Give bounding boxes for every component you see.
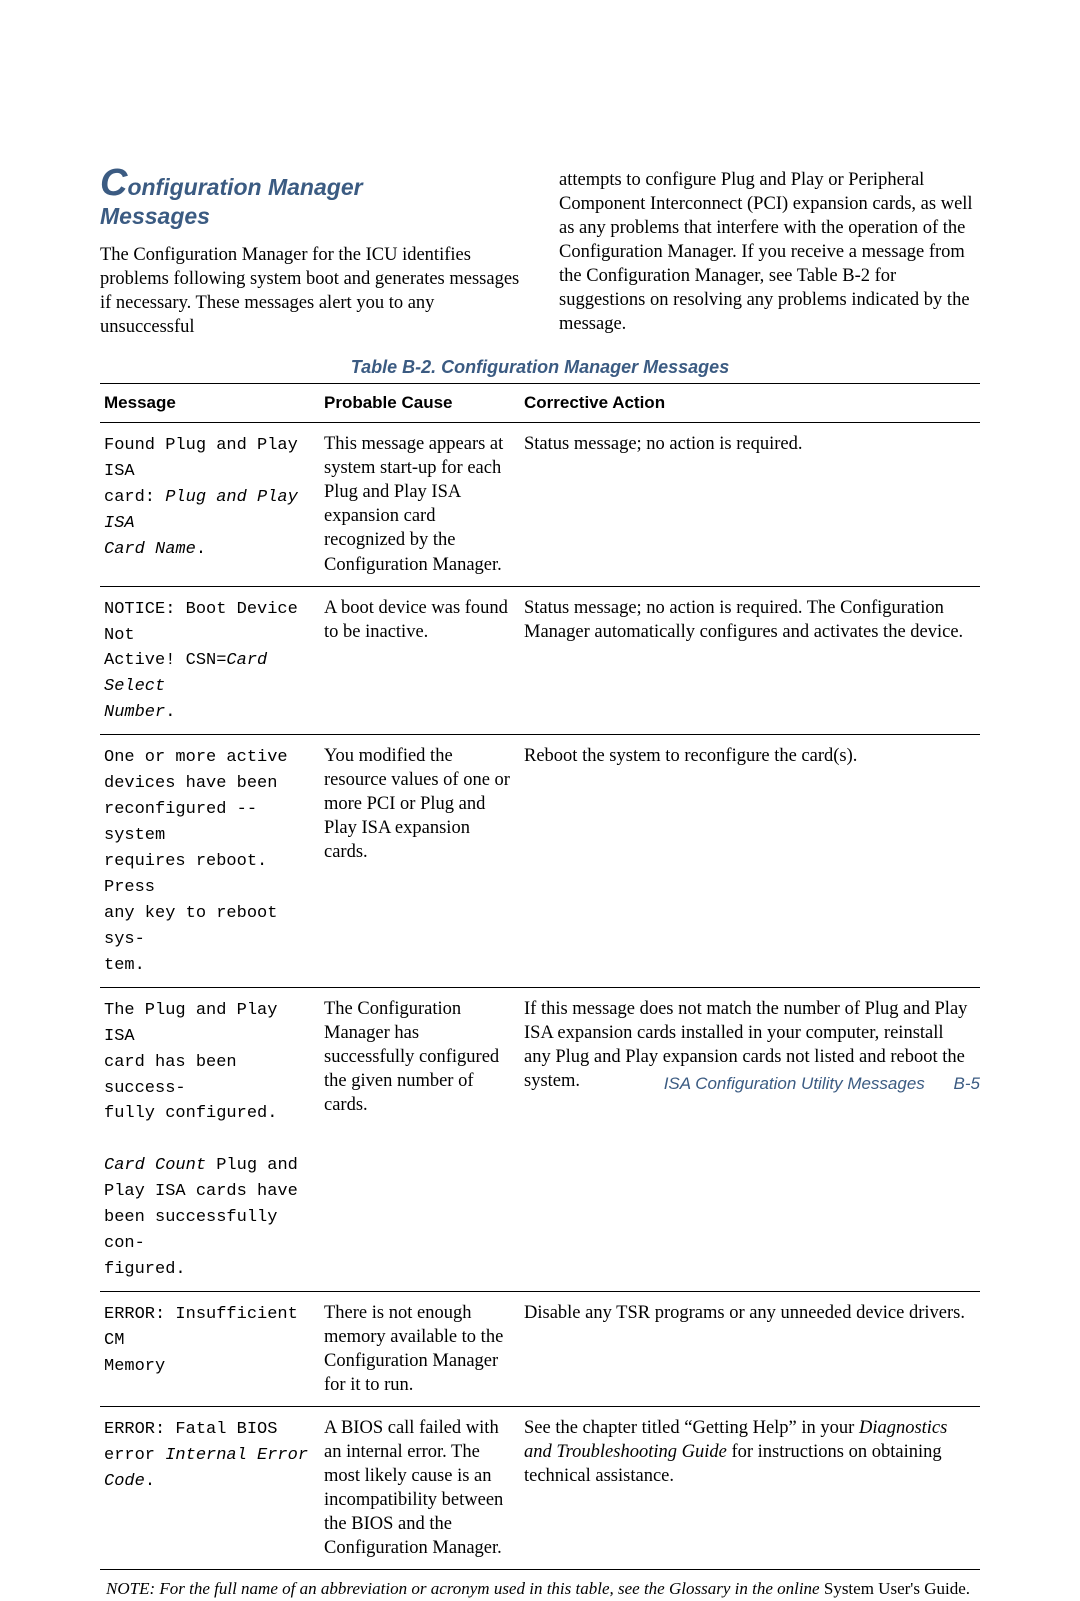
message-cell: One or more active devices have been rec… bbox=[100, 735, 320, 987]
action-cell: If this message does not match the numbe… bbox=[520, 987, 980, 1291]
heading-rest: onfiguration Manager bbox=[127, 174, 362, 200]
msg-tail: . bbox=[196, 540, 206, 559]
msg-tail: . bbox=[145, 1472, 155, 1491]
cause-cell: You modified the resource values of one … bbox=[320, 735, 520, 987]
intro-left: The Configuration Manager for the ICU id… bbox=[100, 243, 521, 339]
section-heading: Configuration ManagerMessages bbox=[100, 168, 521, 231]
table-caption: Table B-2. Configuration Manager Message… bbox=[100, 357, 980, 378]
message-cell: NOTICE: Boot Device Not Active! CSN=Card… bbox=[100, 586, 320, 735]
intro-right: attempts to configure Plug and Play or P… bbox=[559, 168, 980, 336]
table-row: ERROR: Fatal BIOS error Internal Error C… bbox=[100, 1407, 980, 1570]
table-row: NOTICE: Boot Device Not Active! CSN=Card… bbox=[100, 586, 980, 735]
action-cell: Status message; no action is required. bbox=[520, 423, 980, 586]
action-cell: Status message; no action is required. T… bbox=[520, 586, 980, 735]
cause-cell: This message appears at system start-up … bbox=[320, 423, 520, 586]
action-cell: See the chapter titled “Getting Help” in… bbox=[520, 1407, 980, 1570]
message-cell: ERROR: Insufficient CM Memory bbox=[100, 1292, 320, 1407]
footer-page-number: B-5 bbox=[954, 1074, 980, 1093]
msg-text: ERROR: Insufficient CM Memory bbox=[104, 1305, 308, 1376]
table-row: The Plug and Play ISA card has been succ… bbox=[100, 987, 980, 1291]
msg-text: One or more active devices have been rec… bbox=[104, 748, 288, 975]
page-footer: ISA Configuration Utility Messages B-5 bbox=[100, 1074, 980, 1094]
cause-cell: There is not enough memory available to … bbox=[320, 1292, 520, 1407]
table-row: One or more active devices have been rec… bbox=[100, 735, 980, 987]
config-manager-table: Message Probable Cause Corrective Action… bbox=[100, 383, 980, 1570]
action-cell: Reboot the system to reconfigure the car… bbox=[520, 735, 980, 987]
message-cell: ERROR: Fatal BIOS error Internal Error C… bbox=[100, 1407, 320, 1570]
note-pre: NOTE: For the full name of an abbreviati… bbox=[106, 1579, 824, 1598]
heading-dropcap: C bbox=[100, 162, 127, 204]
cause-cell: The Configuration Manager has successful… bbox=[320, 987, 520, 1291]
footer-title: ISA Configuration Utility Messages bbox=[664, 1074, 925, 1093]
msg-tail: . bbox=[165, 703, 175, 722]
col-header-cause: Probable Cause bbox=[320, 384, 520, 423]
heading-line2: Messages bbox=[100, 203, 210, 229]
cause-cell: A BIOS call failed with an internal erro… bbox=[320, 1407, 520, 1570]
table-note: NOTE: For the full name of an abbreviati… bbox=[100, 1570, 980, 1601]
note-end: . bbox=[966, 1579, 970, 1598]
note-upright: System User's Guide bbox=[824, 1579, 966, 1598]
cause-cell: A boot device was found to be inactive. bbox=[320, 586, 520, 735]
col-header-action: Corrective Action bbox=[520, 384, 980, 423]
action-pre: See the chapter titled “Getting Help” in… bbox=[524, 1418, 859, 1438]
table-row: ERROR: Insufficient CM Memory There is n… bbox=[100, 1292, 980, 1407]
table-header-row: Message Probable Cause Corrective Action bbox=[100, 384, 980, 423]
col-header-message: Message bbox=[100, 384, 320, 423]
msg-text: The Plug and Play ISA card has been succ… bbox=[104, 1001, 288, 1124]
table-row: Found Plug and Play ISA card: Plug and P… bbox=[100, 423, 980, 586]
message-cell: Found Plug and Play ISA card: Plug and P… bbox=[100, 423, 320, 586]
msg-var: Card Count bbox=[104, 1156, 206, 1175]
message-cell: The Plug and Play ISA card has been succ… bbox=[100, 987, 320, 1291]
msg-text: NOTICE: Boot Device Not Active! CSN= bbox=[104, 600, 308, 671]
action-cell: Disable any TSR programs or any unneeded… bbox=[520, 1292, 980, 1407]
